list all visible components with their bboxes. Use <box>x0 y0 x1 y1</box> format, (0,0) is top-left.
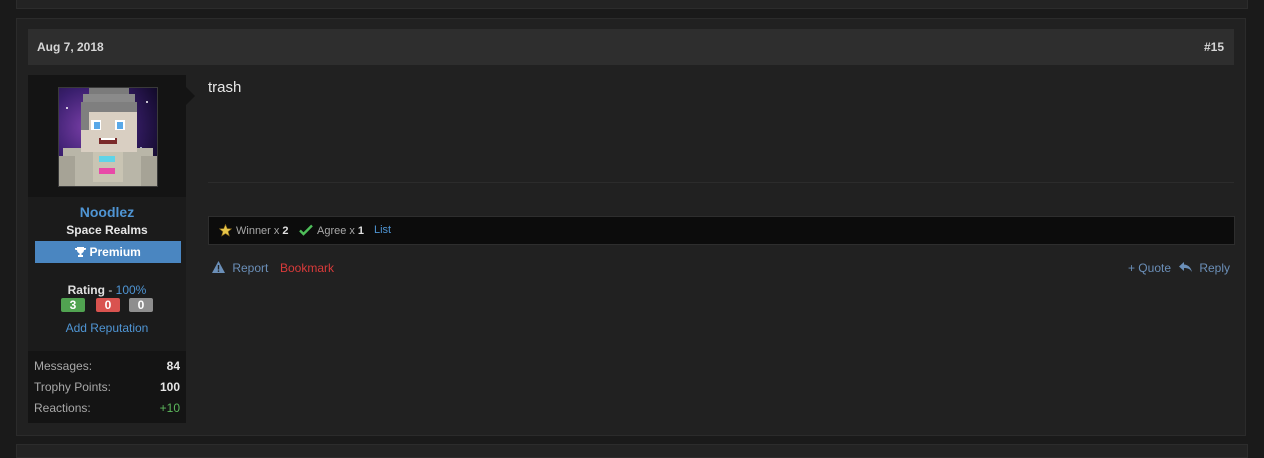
user-stats: Messages: 84 Trophy Points: 100 Reaction… <box>34 359 180 422</box>
user-details: Noodlez Space Realms Premium Rating - 10… <box>28 197 186 351</box>
reactions-list-link[interactable]: List <box>374 224 391 236</box>
positive-rating-count: 3 <box>61 298 85 312</box>
warning-icon <box>212 261 228 275</box>
neutral-rating-count: 0 <box>129 298 153 312</box>
next-post-edge <box>16 444 1248 458</box>
message-text: trash <box>208 79 242 96</box>
premium-label: Premium <box>89 245 141 259</box>
report-label: Report <box>232 261 269 275</box>
trophy-icon <box>75 245 89 259</box>
reply-label: Reply <box>1199 261 1230 275</box>
stat-value: 84 <box>166 359 180 373</box>
user-title: Space Realms <box>66 223 148 237</box>
star-badge-icon <box>218 223 233 238</box>
reactions-summary[interactable]: Winner x 2 Agree x 1 List <box>208 216 1235 245</box>
forum-post: Aug 7, 2018 #15 Noodlez Space Realms Pre… <box>16 18 1246 436</box>
reaction-count: 2 <box>282 225 289 237</box>
stat-messages: Messages: 84 <box>34 359 180 380</box>
post-date[interactable]: Aug 7, 2018 <box>37 40 104 54</box>
reaction-count: 1 <box>357 224 365 237</box>
negative-rating-count: 0 <box>96 298 120 312</box>
checkmark-icon <box>299 224 313 237</box>
previous-post-edge <box>16 0 1248 9</box>
stat-label: Messages: <box>34 359 93 373</box>
reply-arrow-icon <box>1178 261 1195 275</box>
post-header: Aug 7, 2018 #15 <box>28 29 1234 65</box>
rating-counts: 3 0 0 <box>61 298 156 314</box>
rating-percent: 100% <box>115 283 147 297</box>
stat-reactions: Reactions: +10 <box>34 401 180 422</box>
stat-label: Reactions: <box>34 401 91 415</box>
reaction-winner[interactable]: Winner x 2 <box>218 223 289 238</box>
rating-label: Rating <box>67 283 105 297</box>
post-permalink-number[interactable]: #15 <box>1204 40 1224 54</box>
reaction-label: Winner x <box>236 225 280 237</box>
premium-badge: Premium <box>35 241 181 263</box>
bookmark-button[interactable]: Bookmark <box>280 261 334 275</box>
report-button[interactable]: Report <box>212 261 268 275</box>
stat-value[interactable]: 100 <box>160 380 180 394</box>
avatar[interactable] <box>58 87 158 187</box>
rating-separator: - <box>104 283 116 297</box>
username-link[interactable]: Noodlez <box>28 204 186 220</box>
stat-value: +10 <box>159 401 180 415</box>
reply-button[interactable]: Reply <box>1178 261 1230 275</box>
stat-label: Trophy Points: <box>34 380 111 394</box>
panel-arrow <box>186 87 195 105</box>
reaction-agree[interactable]: Agree x 1 <box>299 224 364 237</box>
add-reputation-link[interactable]: Add Reputation <box>28 321 186 335</box>
rating-line: Rating - 100% <box>28 283 186 297</box>
user-info-panel: Noodlez Space Realms Premium Rating - 10… <box>28 75 195 423</box>
quote-button[interactable]: + Quote <box>1128 261 1171 275</box>
stat-trophy-points: Trophy Points: 100 <box>34 380 180 401</box>
avatar-image <box>59 88 157 186</box>
message-divider <box>208 182 1234 183</box>
reaction-label: Agree x <box>317 224 355 237</box>
